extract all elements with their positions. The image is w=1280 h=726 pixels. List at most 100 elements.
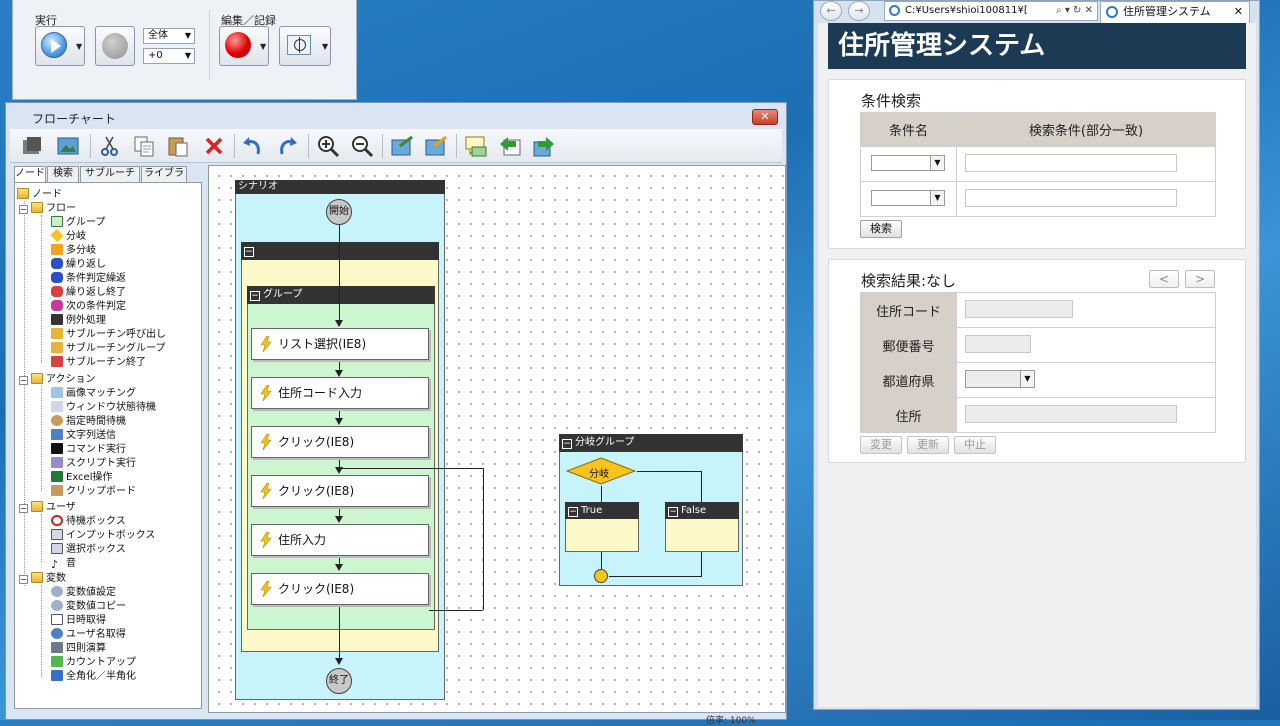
- tree-item[interactable]: 四則演算: [51, 642, 106, 656]
- address-field[interactable]: [965, 404, 1177, 423]
- forward-button[interactable]: →: [848, 1, 870, 21]
- collapse-icon[interactable]: −: [19, 376, 28, 385]
- offset-select[interactable]: +0 ▼: [143, 48, 195, 64]
- collapse-icon[interactable]: −: [562, 439, 572, 449]
- collapse-icon[interactable]: −: [19, 205, 28, 214]
- tab-subroutine[interactable]: サブルーチン: [80, 166, 140, 193]
- image-icon[interactable]: [56, 134, 80, 158]
- collapse-icon[interactable]: −: [668, 507, 678, 517]
- collapse-icon[interactable]: −: [19, 575, 28, 584]
- chevron-down-icon[interactable]: ▼: [260, 42, 266, 51]
- tree-item[interactable]: インプットボックス: [51, 529, 155, 543]
- close-icon[interactable]: ✕: [1234, 2, 1243, 22]
- search-button[interactable]: 検索: [860, 220, 902, 238]
- tree-item[interactable]: 繰り返し: [51, 258, 106, 272]
- address-code-field[interactable]: [965, 299, 1073, 318]
- tab-search[interactable]: 検索: [47, 166, 79, 182]
- action-node[interactable]: クリック(IE8): [251, 573, 429, 605]
- tree-item[interactable]: クリップボード: [51, 485, 136, 499]
- tree-item[interactable]: スクリプト実行: [51, 457, 136, 471]
- postal-code-field[interactable]: [965, 334, 1031, 353]
- tree-group-action[interactable]: − アクション: [19, 373, 96, 387]
- tree-item[interactable]: ウィンドウ状態待機: [51, 401, 156, 415]
- collapse-icon[interactable]: −: [19, 504, 28, 513]
- tree-item[interactable]: 指定時間待機: [51, 415, 126, 429]
- tree-item[interactable]: サブルーチングループ: [51, 342, 165, 356]
- tree-item[interactable]: 多分岐: [51, 244, 96, 258]
- tree-item[interactable]: 例外処理: [51, 314, 106, 328]
- tree-item[interactable]: サブルーチン終了: [51, 356, 146, 370]
- chevron-down-icon[interactable]: ▼: [322, 42, 328, 51]
- merge-node[interactable]: [594, 569, 608, 583]
- copy-icon[interactable]: [132, 134, 156, 158]
- address-bar[interactable]: C:¥Users¥shioi100811¥[ ⌕ ▾ ↻ ✕: [884, 1, 1098, 21]
- tree-item[interactable]: 分岐: [50, 228, 86, 244]
- tree-item[interactable]: 条件判定繰返: [51, 272, 126, 286]
- tree-item[interactable]: 文字列送信: [51, 429, 116, 443]
- play-button[interactable]: ▼: [35, 26, 85, 66]
- export-image-icon[interactable]: [390, 134, 414, 158]
- tree-item[interactable]: ♪ 音: [51, 557, 76, 571]
- delete-icon[interactable]: [202, 134, 226, 158]
- change-button[interactable]: 変更: [860, 436, 902, 454]
- action-node[interactable]: 住所入力: [251, 524, 429, 556]
- paste-icon[interactable]: [166, 134, 190, 158]
- flowchart-canvas[interactable]: シナリオ − − グループ 開始 終了 リスト選択(IE8) 住所コード入力 クリ…: [208, 165, 786, 713]
- back-button[interactable]: ←: [820, 1, 842, 21]
- browser-tab[interactable]: 住所管理システム ✕: [1100, 1, 1250, 23]
- save-icon[interactable]: [20, 134, 44, 158]
- record-button[interactable]: ▼: [219, 26, 269, 66]
- update-button[interactable]: 更新: [907, 436, 949, 454]
- tree-item[interactable]: コマンド実行: [51, 443, 126, 457]
- zoom-in-icon[interactable]: [316, 134, 340, 158]
- tree-group-variable[interactable]: − 変数: [19, 572, 66, 586]
- collapse-icon[interactable]: −: [244, 247, 254, 257]
- redo-icon[interactable]: [276, 134, 300, 158]
- condition-select[interactable]: ▼: [871, 154, 945, 171]
- tree-group-flow[interactable]: − フロー: [19, 202, 76, 216]
- tree-group-user[interactable]: − ユーザ: [19, 501, 76, 515]
- criteria-input[interactable]: [965, 188, 1177, 207]
- move-left-icon[interactable]: [498, 134, 522, 158]
- end-node[interactable]: 終了: [326, 668, 352, 694]
- tree-item[interactable]: カウントアップ: [51, 656, 136, 670]
- close-button[interactable]: ✕: [752, 109, 778, 125]
- tree-item[interactable]: グループ: [51, 216, 105, 230]
- import-image-icon[interactable]: [424, 134, 448, 158]
- tree-item[interactable]: 変数値設定: [51, 586, 116, 600]
- tree-item[interactable]: 変数値コピー: [51, 600, 126, 614]
- prev-page-button[interactable]: <: [1149, 270, 1179, 288]
- scope-select[interactable]: 全体 ▼: [143, 28, 195, 44]
- action-node[interactable]: 住所コード入力: [251, 377, 429, 409]
- next-page-button[interactable]: >: [1185, 270, 1215, 288]
- tree-item[interactable]: 全角化／半角化: [51, 670, 136, 684]
- action-node[interactable]: クリック(IE8): [251, 475, 429, 507]
- tree-item[interactable]: サブルーチン呼び出し: [51, 328, 166, 342]
- tab-library[interactable]: ライブラリ: [141, 166, 187, 193]
- criteria-input[interactable]: [965, 153, 1177, 172]
- target-capture-button[interactable]: ▼: [279, 26, 331, 66]
- address-controls[interactable]: ⌕ ▾ ↻ ✕: [1056, 2, 1093, 20]
- tree-item[interactable]: 繰り返し終了: [51, 286, 126, 300]
- tree-item[interactable]: Excel操作: [51, 471, 113, 485]
- chevron-down-icon[interactable]: ▼: [76, 42, 82, 51]
- tree-root[interactable]: ノード: [17, 188, 62, 202]
- cancel-button[interactable]: 中止: [954, 436, 996, 454]
- tree-item[interactable]: 待機ボックス: [51, 515, 126, 529]
- collapse-icon[interactable]: −: [568, 507, 578, 517]
- zoom-out-icon[interactable]: [350, 134, 374, 158]
- move-right-icon[interactable]: [532, 134, 556, 158]
- tree-item[interactable]: 日時取得: [51, 614, 106, 628]
- stop-button[interactable]: [95, 26, 135, 66]
- tree-item[interactable]: 選択ボックス: [51, 543, 126, 557]
- start-node[interactable]: 開始: [326, 199, 352, 225]
- undo-icon[interactable]: [240, 134, 264, 158]
- condition-select[interactable]: ▼: [871, 189, 945, 206]
- tree-item[interactable]: 画像マッチング: [51, 387, 136, 401]
- tree-item[interactable]: 次の条件判定: [51, 300, 126, 314]
- tab-node[interactable]: ノード: [14, 166, 46, 183]
- tree-item[interactable]: ユーザ名取得: [51, 628, 126, 642]
- cut-icon[interactable]: [98, 134, 122, 158]
- action-node[interactable]: リスト選択(IE8): [251, 328, 429, 360]
- comment-icon[interactable]: [464, 134, 488, 158]
